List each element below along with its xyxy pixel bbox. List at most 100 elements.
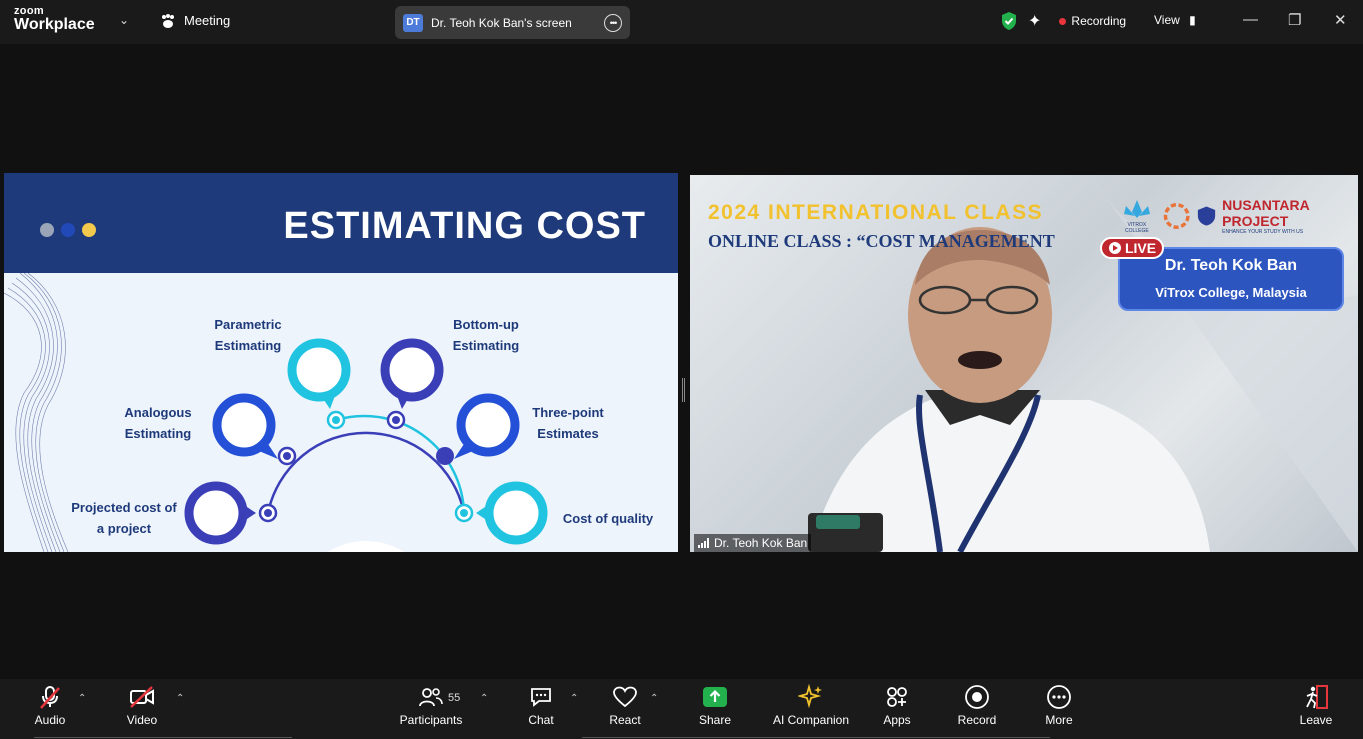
shield-logo-icon (1197, 206, 1216, 226)
bubble-three-point (454, 393, 520, 459)
video-label: Video (126, 713, 158, 727)
minimize-icon[interactable]: — (1243, 11, 1258, 28)
label-line: Estimating (124, 426, 192, 441)
live-label: LIVE (1124, 240, 1157, 256)
center-semicircle (327, 541, 405, 552)
leave-button[interactable]: Leave (1298, 679, 1334, 739)
screen-owner-avatar: DT (403, 13, 423, 32)
mic-muted-icon (40, 686, 60, 709)
more-options-icon[interactable]: ••• (604, 13, 622, 32)
record-icon (965, 685, 989, 709)
meeting-label: Meeting (184, 13, 231, 28)
toolbar-underline-left (34, 737, 292, 738)
video-options-chevron-icon[interactable]: ⌃ (176, 693, 184, 704)
label-line: Projected cost of (71, 500, 177, 515)
close-icon[interactable]: ✕ (1334, 11, 1347, 29)
speaker-video: 2024 INTERNATIONAL CLASS ONLINE CLASS : … (690, 175, 1358, 552)
slide-title: ESTIMATING COST (283, 205, 646, 247)
recording-dot-icon (1059, 17, 1067, 25)
label-parametric: Parametric Estimating (198, 314, 298, 356)
audio-options-chevron-icon[interactable]: ⌃ (78, 693, 86, 704)
chat-icon (531, 688, 551, 707)
apps-button[interactable]: Apps (880, 679, 914, 739)
brand-bottom: Workplace (14, 16, 95, 33)
more-label: More (1045, 713, 1073, 727)
speaker-name: Dr. Teoh Kok Ban (714, 536, 808, 550)
shield-check-icon[interactable] (1000, 11, 1018, 31)
vitrox-logo-text: VITROX COLLEGE (1125, 222, 1149, 234)
participants-count: 55 (448, 692, 461, 704)
bubble-cost-of-quality (476, 481, 548, 545)
apps-label: Apps (883, 713, 911, 727)
chevron-down-icon[interactable]: ⌄ (119, 13, 129, 27)
label-line: Parametric (214, 317, 282, 332)
more-button[interactable]: More (1042, 679, 1076, 739)
video-button[interactable]: Video (122, 679, 162, 739)
react-button[interactable]: React (608, 679, 642, 739)
label-line: Bottom-up (453, 317, 519, 332)
screen-share-label: Dr. Teoh Kok Ban's screen (431, 15, 572, 30)
chat-options-chevron-icon[interactable]: ⌃ (570, 693, 578, 704)
signal-bars-icon (698, 538, 709, 548)
label-line: a project (96, 521, 152, 536)
share-button[interactable]: Share (698, 679, 732, 739)
label-line: Estimates (537, 426, 599, 441)
screen-share-indicator[interactable]: DT Dr. Teoh Kok Ban's screen ••• (395, 6, 630, 39)
slide-header: ESTIMATING COST (4, 173, 678, 273)
speaker-name-tag: Dr. Teoh Kok Ban (694, 534, 812, 552)
bubble-projected-cost (184, 481, 256, 545)
label-three-point: Three-point Estimates (518, 402, 618, 444)
meeting-menu[interactable]: Meeting (160, 13, 230, 28)
banner-line2: ONLINE CLASS : “COST MANAGEMENT (708, 231, 1055, 251)
record-button[interactable]: Record (954, 679, 1000, 739)
zoom-workplace-logo[interactable]: zoom Workplace (14, 6, 95, 33)
label-projected-cost: Projected cost of a project (64, 497, 184, 539)
card-org: ViTrox College, Malaysia (1155, 285, 1307, 300)
ai-companion-label: AI Companion (772, 713, 850, 727)
chat-button[interactable]: Chat (526, 679, 556, 739)
view-menu[interactable]: View ▮ (1154, 13, 1196, 27)
bubble-analogous (212, 393, 278, 459)
label-cost-of-quality: Cost of quality (552, 508, 664, 529)
bubble-bottom-up (380, 338, 444, 409)
participants-button[interactable]: Participants (398, 679, 464, 739)
recording-label[interactable]: Recording (1071, 14, 1126, 28)
label-line: Estimating (452, 338, 520, 353)
banner-line1: 2024 INTERNATIONAL CLASS (708, 201, 1044, 224)
react-options-chevron-icon[interactable]: ⌃ (650, 693, 658, 704)
live-badge: LIVE (1100, 237, 1164, 259)
leave-label: Leave (1299, 713, 1333, 727)
ai-sparkle-icon[interactable]: ✦ (1028, 11, 1041, 31)
slide-dots (40, 223, 96, 237)
nusantara-logo: NUSANTARA PROJECT ENHANCE YOUR STUDY WIT… (1222, 197, 1358, 235)
meeting-toolbar: Audio ⌃ Video ⌃ Participants 55 ⌃ Chat ⌃… (0, 679, 1363, 739)
share-screen-icon (703, 687, 727, 707)
label-line: Three-point (532, 405, 604, 420)
toolbar-underline-center (582, 737, 1050, 738)
wave-decoration (4, 273, 69, 552)
bubble-parametric (287, 338, 351, 409)
audio-label: Audio (34, 713, 66, 727)
participants-label: Participants (399, 713, 463, 727)
audio-button[interactable]: Audio (30, 679, 70, 739)
label-line: Analogous (124, 405, 192, 420)
participants-icon (419, 688, 443, 707)
heart-icon (613, 686, 637, 708)
sponsor-logos: VITROX COLLEGE NUSANTARA PROJECT ENHANCE… (1118, 197, 1358, 235)
view-label: View (1154, 13, 1180, 27)
paw-icon (162, 13, 174, 28)
ai-companion-button[interactable]: AI Companion (770, 679, 852, 739)
view-layout-icon: ▮ (1189, 13, 1196, 27)
panel-resize-handle[interactable] (682, 378, 685, 402)
play-circle-icon (1108, 242, 1121, 254)
react-label: React (609, 713, 641, 727)
dot-yellow (82, 223, 96, 237)
vitrox-logo: VITROX COLLEGE (1118, 198, 1156, 234)
restore-icon[interactable]: ❐ (1288, 11, 1301, 29)
apps-icon (887, 687, 907, 707)
dot-gray (40, 223, 54, 237)
nusantara-logo-sub: ENHANCE YOUR STUDY WITH US (1222, 229, 1304, 235)
record-label: Record (957, 713, 997, 727)
participants-options-chevron-icon[interactable]: ⌃ (480, 693, 488, 704)
chat-label: Chat (528, 713, 554, 727)
